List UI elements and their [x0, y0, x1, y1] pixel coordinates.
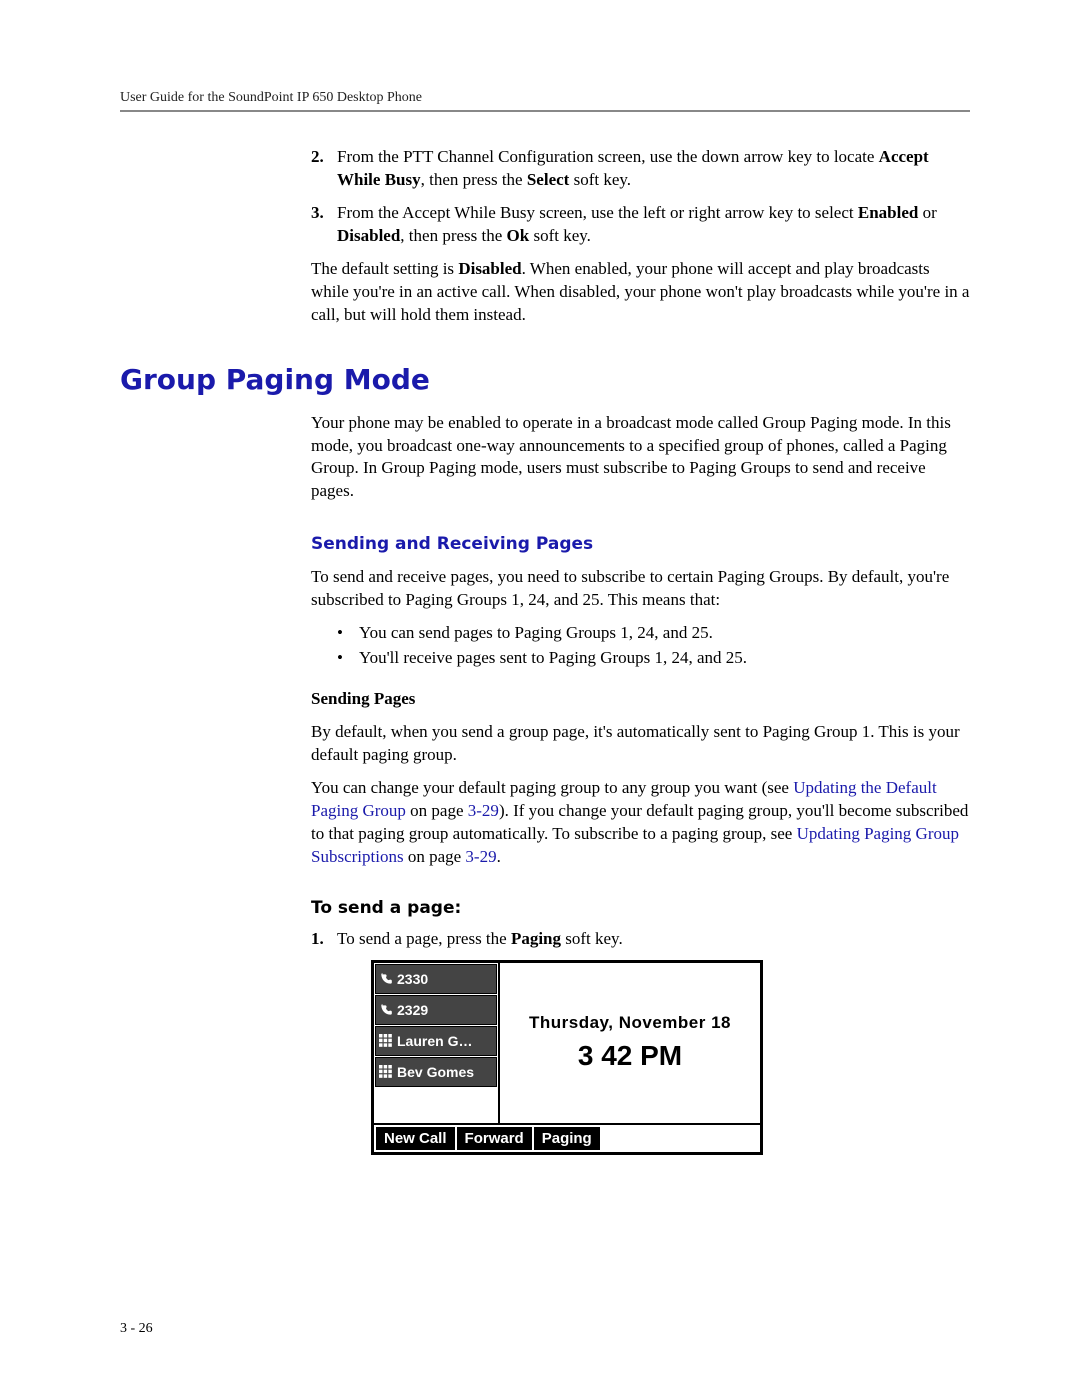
step-text: From the Accept While Busy screen, use t…	[337, 202, 970, 248]
text-fragment: You can change your default paging group…	[311, 778, 793, 797]
page-number: 3 - 26	[120, 1321, 153, 1337]
softkey-paging: Paging	[534, 1127, 602, 1150]
phone-line-keys-column: 2330 2329 Lauren G… Bev Gomes	[374, 963, 500, 1123]
step-number: 2.	[311, 146, 337, 192]
text-fragment: on page	[406, 801, 468, 820]
sending-pages-para-1: By default, when you send a group page, …	[311, 721, 970, 767]
phone-main-area: Thursday, November 18 3 42 PM	[500, 963, 760, 1123]
softkey-forward: Forward	[457, 1127, 534, 1150]
phone-icon	[379, 972, 393, 986]
line-key-label: Lauren G…	[397, 1032, 472, 1051]
line-key-label: Bev Gomes	[397, 1063, 474, 1082]
step-3: 3. From the Accept While Busy screen, us…	[311, 202, 970, 248]
step-text: From the PTT Channel Configuration scree…	[337, 146, 970, 192]
line-key-3: Lauren G…	[375, 1026, 497, 1056]
sending-pages-para-2: You can change your default paging group…	[311, 777, 970, 869]
phone-date: Thursday, November 18	[529, 1012, 731, 1035]
softkey-new-call: New Call	[376, 1127, 457, 1150]
heading-group-paging-mode: Group Paging Mode	[120, 363, 970, 396]
link-page-ref-2[interactable]: 3-29	[465, 847, 496, 866]
phone-softkey-row: New Call Forward Paging	[374, 1123, 760, 1152]
link-page-ref-1[interactable]: 3-29	[468, 801, 499, 820]
gpm-intro-paragraph: Your phone may be enabled to operate in …	[311, 412, 970, 504]
text-fragment: .	[497, 847, 501, 866]
line-key-label: 2330	[397, 970, 428, 989]
line-key-2: 2329	[375, 995, 497, 1025]
step-number: 1.	[311, 928, 337, 951]
contact-grid-icon	[379, 1034, 393, 1048]
bullet-item: • You'll receive pages sent to Paging Gr…	[337, 647, 970, 670]
running-header: User Guide for the SoundPoint IP 650 Des…	[120, 90, 970, 106]
contact-grid-icon	[379, 1065, 393, 1079]
srp-intro-paragraph: To send and receive pages, you need to s…	[311, 566, 970, 612]
line-keys-empty	[375, 1088, 497, 1122]
bullet-item: • You can send pages to Paging Groups 1,…	[337, 622, 970, 645]
heading-sending-receiving-pages: Sending and Receiving Pages	[311, 533, 970, 556]
default-setting-paragraph: The default setting is Disabled. When en…	[311, 258, 970, 327]
bullet-marker: •	[337, 647, 359, 670]
phone-icon	[379, 1003, 393, 1017]
step-2: 2. From the PTT Channel Configuration sc…	[311, 146, 970, 192]
line-key-4: Bev Gomes	[375, 1057, 497, 1087]
bullet-marker: •	[337, 622, 359, 645]
heading-sending-pages: Sending Pages	[311, 688, 970, 711]
line-key-label: 2329	[397, 1001, 428, 1020]
bullet-text: You can send pages to Paging Groups 1, 2…	[359, 622, 713, 645]
bullet-text: You'll receive pages sent to Paging Grou…	[359, 647, 747, 670]
heading-to-send-a-page: To send a page:	[311, 897, 970, 920]
phone-screen-figure: 2330 2329 Lauren G… Bev Gomes	[371, 960, 763, 1155]
step-1-send-page: 1. To send a page, press the Paging soft…	[311, 928, 970, 951]
step-text: To send a page, press the Paging soft ke…	[337, 928, 970, 951]
phone-time: 3 42 PM	[578, 1037, 682, 1075]
text-fragment: on page	[404, 847, 466, 866]
header-rule	[120, 110, 970, 112]
line-key-1: 2330	[375, 964, 497, 994]
step-number: 3.	[311, 202, 337, 248]
